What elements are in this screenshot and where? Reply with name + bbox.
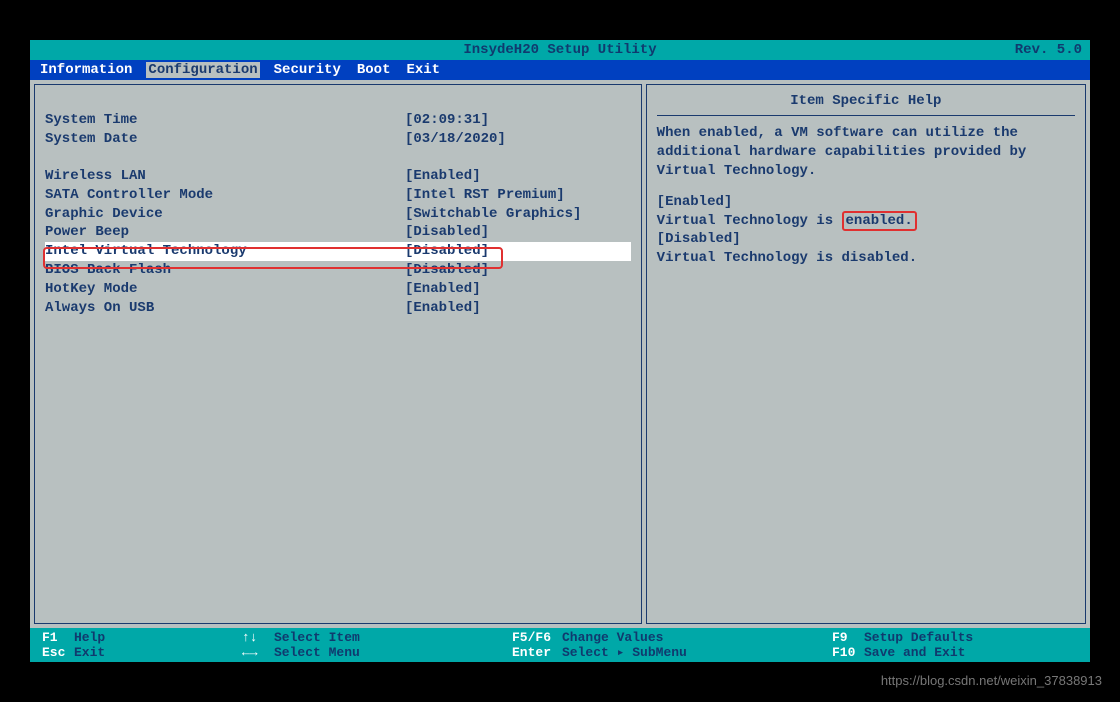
setting-system-date[interactable]: System Date [03/18/2020] (45, 130, 631, 149)
help-disabled-text: Virtual Technology is disabled. (657, 249, 1075, 268)
setting-value: [03/18/2020] (405, 130, 631, 149)
footer-label-help: Help (74, 630, 105, 645)
menu-boot[interactable]: Boot (355, 62, 393, 78)
help-enabled-word: enabled. (842, 211, 917, 231)
menu-bar: Information Configuration Security Boot … (30, 60, 1090, 80)
footer-label-select-submenu: Select ▸ SubMenu (562, 645, 687, 660)
help-enabled-line: Virtual Technology is enabled. (657, 212, 1075, 231)
setting-value: [Enabled] (405, 299, 631, 318)
setting-graphic-device[interactable]: Graphic Device [Switchable Graphics] (45, 205, 631, 224)
footer-key-leftright: ←→ (242, 645, 274, 660)
setting-label: Power Beep (45, 223, 405, 242)
setting-value: [Enabled] (405, 280, 631, 299)
setting-value: [Intel RST Premium] (405, 186, 631, 205)
setting-label: Always On USB (45, 299, 405, 318)
footer-bar: F1Help ↑↓Select Item F5/F6Change Values … (30, 628, 1090, 662)
footer-key-f10: F10 (832, 645, 864, 660)
setting-value: [02:09:31] (405, 111, 631, 130)
footer-label-change-values: Change Values (562, 630, 663, 645)
setting-hotkey-mode[interactable]: HotKey Mode [Enabled] (45, 280, 631, 299)
setting-wireless-lan[interactable]: Wireless LAN [Enabled] (45, 167, 631, 186)
help-panel: Item Specific Help When enabled, a VM so… (646, 84, 1086, 624)
setting-sata-controller[interactable]: SATA Controller Mode [Intel RST Premium] (45, 186, 631, 205)
bios-revision: Rev. 5.0 (1015, 42, 1082, 58)
menu-information[interactable]: Information (38, 62, 134, 78)
help-disabled-label: [Disabled] (657, 230, 1075, 249)
setting-power-beep[interactable]: Power Beep [Disabled] (45, 223, 631, 242)
menu-security[interactable]: Security (272, 62, 343, 78)
setting-always-on-usb[interactable]: Always On USB [Enabled] (45, 299, 631, 318)
footer-label-select-menu: Select Menu (274, 645, 360, 660)
setting-label: BIOS Back Flash (45, 261, 405, 280)
title-bar: InsydeH20 Setup Utility Rev. 5.0 (30, 40, 1090, 60)
help-description: When enabled, a VM software can utilize … (657, 124, 1075, 181)
setting-value: [Disabled] (405, 223, 631, 242)
setting-value: [Disabled] (405, 242, 631, 261)
setting-value: [Enabled] (405, 167, 631, 186)
help-enabled-label: [Enabled] (657, 193, 1075, 212)
setting-label: Graphic Device (45, 205, 405, 224)
footer-key-esc: Esc (42, 645, 74, 660)
setting-value: [Disabled] (405, 261, 631, 280)
settings-panel: System Time [02:09:31] System Date [03/1… (34, 84, 642, 624)
setting-bios-back-flash[interactable]: BIOS Back Flash [Disabled] (45, 261, 631, 280)
setting-intel-vt[interactable]: Intel Virtual Technology [Disabled] (45, 242, 631, 261)
setting-label: HotKey Mode (45, 280, 405, 299)
setting-label: System Time (45, 111, 405, 130)
help-enabled-prefix: Virtual Technology is (657, 213, 842, 229)
footer-label-exit: Exit (74, 645, 105, 660)
watermark: https://blog.csdn.net/weixin_37838913 (881, 673, 1102, 688)
footer-key-f9: F9 (832, 630, 864, 645)
menu-configuration[interactable]: Configuration (146, 62, 259, 78)
footer-label-select-item: Select Item (274, 630, 360, 645)
footer-label-save-exit: Save and Exit (864, 645, 965, 660)
footer-key-updown: ↑↓ (242, 630, 274, 645)
menu-exit[interactable]: Exit (404, 62, 442, 78)
footer-key-enter: Enter (512, 645, 562, 660)
help-title: Item Specific Help (657, 93, 1075, 116)
footer-key-f1: F1 (42, 630, 74, 645)
setting-label: SATA Controller Mode (45, 186, 405, 205)
setting-label: Wireless LAN (45, 167, 405, 186)
setting-label: Intel Virtual Technology (45, 242, 405, 261)
bios-title: InsydeH20 Setup Utility (463, 42, 656, 58)
footer-key-f5f6: F5/F6 (512, 630, 562, 645)
setting-label: System Date (45, 130, 405, 149)
setting-value: [Switchable Graphics] (405, 205, 631, 224)
setting-system-time[interactable]: System Time [02:09:31] (45, 111, 631, 130)
footer-label-setup-defaults: Setup Defaults (864, 630, 973, 645)
